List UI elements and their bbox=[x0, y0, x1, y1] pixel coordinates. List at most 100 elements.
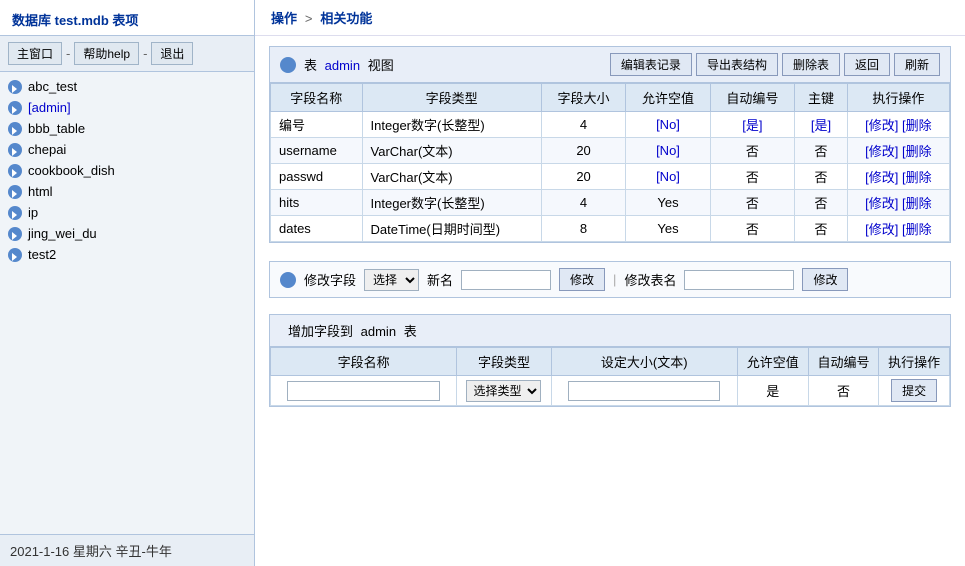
sidebar-item-chepai[interactable]: chepai bbox=[0, 139, 254, 160]
delete-field-link[interactable]: [删除 bbox=[902, 118, 932, 133]
logout-button[interactable]: 退出 bbox=[151, 42, 193, 65]
add-field-submit-button[interactable]: 提交 bbox=[891, 379, 937, 402]
col-header: 字段类型 bbox=[362, 84, 541, 112]
field-pk: 否 bbox=[795, 164, 848, 190]
field-pk: 否 bbox=[795, 190, 848, 216]
table-btn-2[interactable]: 删除表 bbox=[782, 53, 840, 76]
table-section-label: 表 admin 视图 bbox=[304, 55, 394, 74]
col-header: 主键 bbox=[795, 84, 848, 112]
add-col-header: 允许空值 bbox=[737, 348, 808, 376]
field-nullable[interactable]: [No] bbox=[626, 112, 710, 138]
col-header: 允许空值 bbox=[626, 84, 710, 112]
arrow-icon bbox=[8, 185, 22, 199]
delete-field-link[interactable]: [删除 bbox=[902, 196, 932, 211]
field-type: Integer数字(长整型) bbox=[362, 112, 541, 138]
table-btn-0[interactable]: 编辑表记录 bbox=[610, 53, 692, 76]
field-ops: [修改] [删除 bbox=[847, 216, 949, 242]
field-pk: 否 bbox=[795, 138, 848, 164]
col-header: 执行操作 bbox=[847, 84, 949, 112]
field-auto: 否 bbox=[710, 138, 794, 164]
field-nullable[interactable]: [No] bbox=[626, 164, 710, 190]
table-btn-3[interactable]: 返回 bbox=[844, 53, 890, 76]
sidebar-item-label: abc_test bbox=[28, 79, 77, 94]
field-size: 8 bbox=[541, 216, 625, 242]
field-type: VarChar(文本) bbox=[362, 164, 541, 190]
sidebar-list-wrap: abc_test [admin] bbb_tablechepai cookbook_d… bbox=[0, 72, 254, 534]
nullable-link[interactable]: [No] bbox=[656, 169, 680, 184]
nullable-link[interactable]: [No] bbox=[656, 143, 680, 158]
main-window-button[interactable]: 主窗口 bbox=[8, 42, 62, 65]
add-field-size-cell bbox=[551, 376, 737, 406]
rename-table-input[interactable] bbox=[684, 270, 794, 290]
help-button[interactable]: 帮助help bbox=[74, 42, 139, 65]
edit-field-link[interactable]: [修改] bbox=[865, 118, 898, 133]
edit-field-link[interactable]: [修改] bbox=[865, 196, 898, 211]
edit-field-link[interactable]: [修改] bbox=[865, 144, 898, 159]
field-pk[interactable]: [是] bbox=[795, 112, 848, 138]
add-field-table: 字段名称字段类型设定大小(文本)允许空值自动编号执行操作 选择类型 是 bbox=[270, 347, 950, 406]
modify-field-select[interactable]: 选择 bbox=[364, 269, 419, 291]
field-name: username bbox=[271, 138, 363, 164]
table-row: datesDateTime(日期时间型)8Yes否否[修改] [删除 bbox=[271, 216, 950, 242]
table-row: passwdVarChar(文本)20[No]否否[修改] [删除 bbox=[271, 164, 950, 190]
new-name-label: 新名 bbox=[427, 270, 453, 289]
breadcrumb-part1: 操作 bbox=[271, 11, 297, 26]
add-field-size-input[interactable] bbox=[568, 381, 720, 401]
separator1: - bbox=[64, 46, 72, 61]
sidebar-list: abc_test [admin] bbb_tablechepai cookbook_d… bbox=[0, 72, 254, 534]
breadcrumb-sep: > bbox=[305, 11, 313, 26]
nullable-link[interactable]: [No] bbox=[656, 117, 680, 132]
arrow-icon bbox=[8, 143, 22, 157]
edit-field-link[interactable]: [修改] bbox=[865, 222, 898, 237]
field-auto[interactable]: [是] bbox=[710, 112, 794, 138]
field-size: 4 bbox=[541, 190, 625, 216]
sidebar-item-bbb_table[interactable]: bbb_table bbox=[0, 118, 254, 139]
edit-field-link[interactable]: [修改] bbox=[865, 170, 898, 185]
separator: | bbox=[613, 272, 616, 287]
add-field-row: 选择类型 是 否 提交 bbox=[271, 376, 950, 406]
add-section-header: 增加字段到 admin 表 bbox=[270, 315, 950, 347]
field-name: passwd bbox=[271, 164, 363, 190]
sidebar-item-test2[interactable]: test2 bbox=[0, 244, 254, 265]
delete-field-link[interactable]: [删除 bbox=[902, 144, 932, 159]
add-field-type-select[interactable]: 选择类型 bbox=[466, 380, 541, 402]
breadcrumb-part2: 相关功能 bbox=[320, 11, 372, 26]
add-field-name-input[interactable] bbox=[287, 381, 439, 401]
add-field-name-cell bbox=[271, 376, 457, 406]
sidebar-item-label: html bbox=[28, 184, 53, 199]
sidebar-item-abc_test[interactable]: abc_test bbox=[0, 76, 254, 97]
add-field-submit-cell: 提交 bbox=[879, 376, 950, 406]
sidebar-item-cookbook_dish[interactable]: cookbook_dish bbox=[0, 160, 254, 181]
modify-label: 修改字段 bbox=[304, 270, 356, 289]
col-header: 字段大小 bbox=[541, 84, 625, 112]
arrow-icon bbox=[8, 227, 22, 241]
sidebar-item-jing_wei_du[interactable]: jing_wei_du bbox=[0, 223, 254, 244]
table-btn-4[interactable]: 刷新 bbox=[894, 53, 940, 76]
modify-field-button[interactable]: 修改 bbox=[559, 268, 605, 291]
field-nullable: Yes bbox=[626, 216, 710, 242]
delete-field-link[interactable]: [删除 bbox=[902, 222, 932, 237]
sidebar-item-html[interactable]: html bbox=[0, 181, 254, 202]
field-size: 20 bbox=[541, 138, 625, 164]
field-pk: 否 bbox=[795, 216, 848, 242]
delete-field-link[interactable]: [删除 bbox=[902, 170, 932, 185]
sidebar: 数据库 test.mdb 表项 主窗口 - 帮助help - 退出 abc_te… bbox=[0, 0, 255, 566]
new-name-input[interactable] bbox=[461, 270, 551, 290]
table-btn-1[interactable]: 导出表结构 bbox=[696, 53, 778, 76]
add-col-header: 字段类型 bbox=[457, 348, 551, 376]
sidebar-footer: 2021-1-16 星期六 辛丑-牛年 bbox=[0, 534, 254, 566]
add-field-auto-cell: 否 bbox=[808, 376, 879, 406]
table-section: 表 admin 视图 编辑表记录导出表结构删除表返回刷新 字段名称字段类型字段大… bbox=[269, 46, 951, 243]
sidebar-item-label: chepai bbox=[28, 142, 66, 157]
sidebar-item-admin[interactable]: [admin] bbox=[0, 97, 254, 118]
sidebar-item-ip[interactable]: ip bbox=[0, 202, 254, 223]
field-auto: 否 bbox=[710, 216, 794, 242]
field-size: 4 bbox=[541, 112, 625, 138]
sidebar-item-label: [admin] bbox=[28, 100, 71, 115]
pk-link[interactable]: [是] bbox=[811, 118, 831, 133]
auto-link[interactable]: [是] bbox=[742, 118, 762, 133]
field-nullable[interactable]: [No] bbox=[626, 138, 710, 164]
sidebar-item-label: bbb_table bbox=[28, 121, 85, 136]
rename-table-button[interactable]: 修改 bbox=[802, 268, 848, 291]
field-ops: [修改] [删除 bbox=[847, 112, 949, 138]
